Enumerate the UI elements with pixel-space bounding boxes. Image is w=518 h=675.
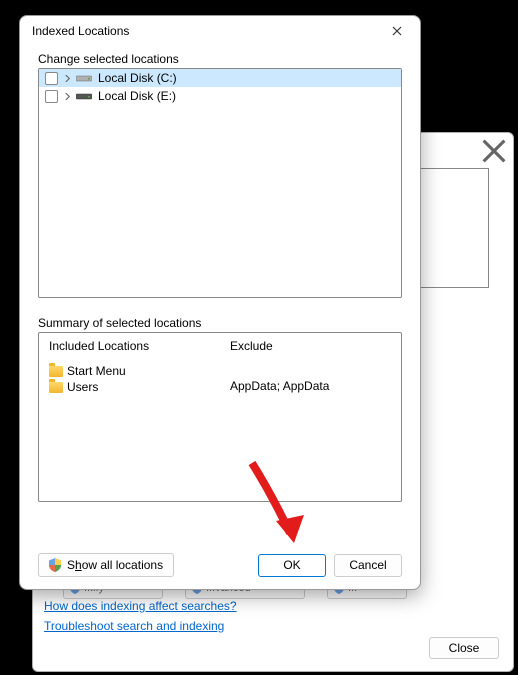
folder-icon [49, 366, 63, 377]
included-label: Users [67, 380, 98, 394]
bg-close-label: Close [449, 641, 480, 655]
summary-box: Included Locations Start Menu Users Excl… [38, 332, 402, 502]
tree-row-e[interactable]: Local Disk (E:) [39, 87, 401, 105]
indexed-locations-dialog: Indexed Locations Change selected locati… [19, 15, 421, 590]
bg-close-icon[interactable] [481, 139, 507, 163]
bg-help-links: How does indexing affect searches? Troub… [44, 599, 237, 633]
exclude-column: Exclude AppData; AppData [220, 333, 401, 501]
ok-button[interactable]: OK [258, 554, 326, 577]
exclude-text: AppData; AppData [230, 379, 391, 393]
disk-icon [76, 73, 92, 83]
included-header: Included Locations [49, 339, 210, 353]
show-all-locations-button[interactable]: Show all locations [38, 553, 174, 577]
exclude-header: Exclude [230, 339, 391, 353]
link-troubleshoot[interactable]: Troubleshoot search and indexing [44, 619, 237, 633]
tree-row-c[interactable]: Local Disk (C:) [39, 69, 401, 87]
titlebar: Indexed Locations [20, 16, 420, 46]
tree-label-c: Local Disk (C:) [96, 71, 177, 85]
link-how-indexing[interactable]: How does indexing affect searches? [44, 599, 237, 613]
summary-label: Summary of selected locations [38, 316, 402, 330]
dialog-title: Indexed Locations [32, 24, 382, 38]
expand-icon[interactable] [62, 75, 72, 82]
dialog-body: Change selected locations Local Disk (C:… [20, 46, 420, 543]
change-locations-label: Change selected locations [38, 52, 402, 66]
tree-label-e: Local Disk (E:) [96, 89, 176, 103]
checkbox-e[interactable] [45, 90, 58, 103]
expand-icon[interactable] [62, 93, 72, 100]
disk-icon [76, 91, 92, 101]
shield-icon [49, 558, 61, 572]
cancel-button[interactable]: Cancel [334, 554, 402, 577]
cancel-label: Cancel [349, 558, 386, 572]
folder-icon [49, 382, 63, 393]
close-icon[interactable] [382, 20, 412, 42]
ok-label: OK [283, 558, 300, 572]
dialog-footer: Show all locations OK Cancel [20, 543, 420, 589]
included-label: Start Menu [67, 364, 126, 378]
included-item-users[interactable]: Users [49, 379, 210, 395]
checkbox-c[interactable] [45, 72, 58, 85]
show-all-label: Show all locations [67, 558, 163, 572]
bg-close-button[interactable]: Close [429, 637, 499, 659]
included-column: Included Locations Start Menu Users [39, 333, 220, 501]
locations-tree[interactable]: Local Disk (C:) Local Disk (E:) [38, 68, 402, 298]
included-item-startmenu[interactable]: Start Menu [49, 363, 210, 379]
